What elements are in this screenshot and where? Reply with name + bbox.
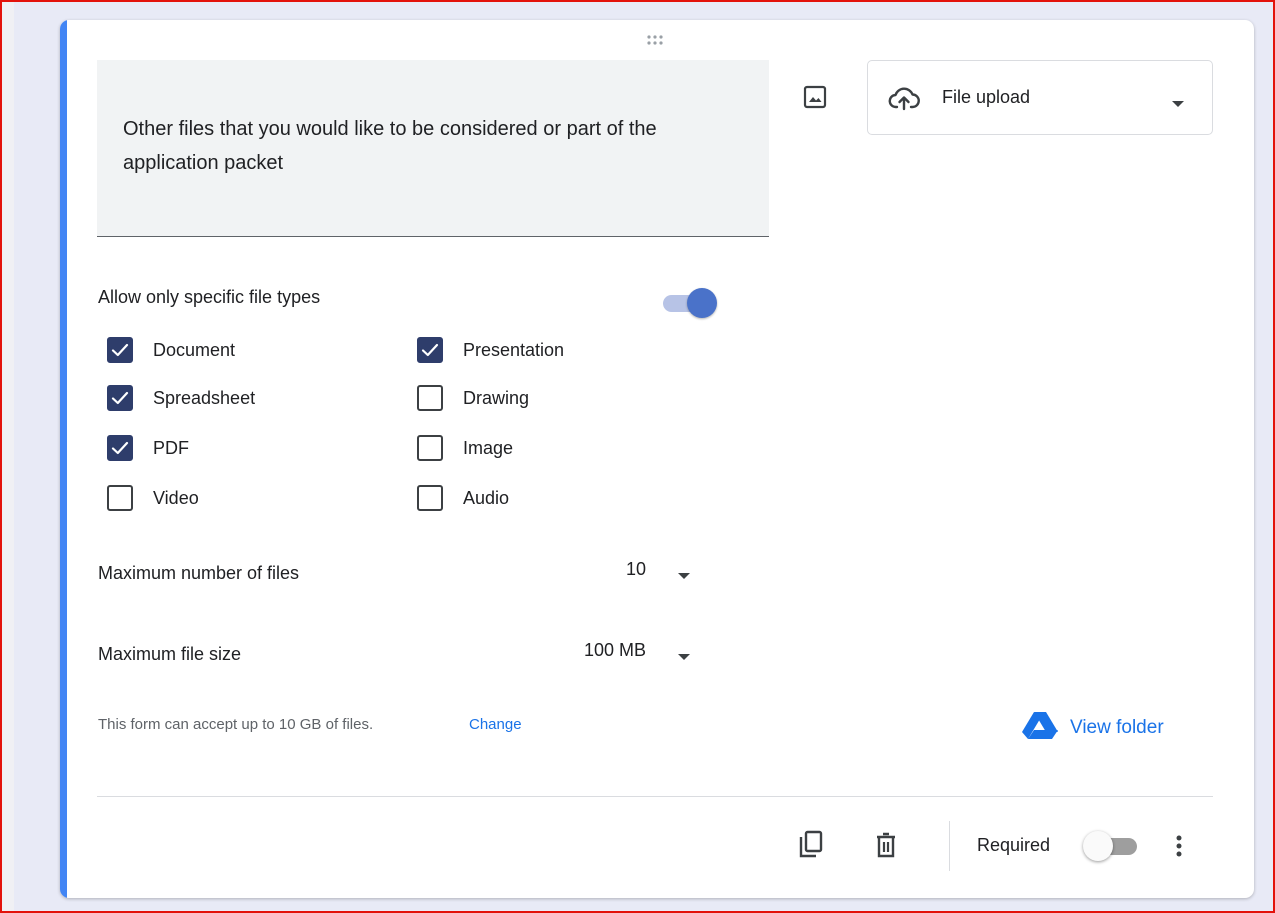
checkbox[interactable] — [107, 385, 133, 411]
checkbox[interactable] — [417, 337, 443, 363]
add-image-icon[interactable] — [800, 82, 830, 112]
delete-icon[interactable] — [869, 828, 903, 862]
toolbar-separator — [949, 821, 950, 871]
question-type-label: File upload — [942, 87, 1031, 107]
view-folder-label: View folder — [1070, 716, 1164, 738]
checkbox[interactable] — [417, 385, 443, 411]
drag-handle-icon[interactable] — [645, 34, 669, 46]
chevron-down-icon — [1172, 95, 1184, 113]
view-folder-button[interactable]: View folder — [1022, 710, 1164, 745]
max-files-value[interactable]: 10 — [600, 559, 646, 580]
allow-file-types-toggle[interactable] — [661, 288, 719, 318]
filetype-option-pdf[interactable]: PDF — [107, 433, 189, 463]
allow-file-types-label: Allow only specific file types — [98, 287, 321, 307]
question-card[interactable]: Other files that you would like to be co… — [60, 20, 1254, 898]
checkbox[interactable] — [107, 337, 133, 363]
more-options-icon[interactable] — [1162, 829, 1196, 863]
question-type-dropdown[interactable]: File upload — [867, 60, 1213, 135]
filetype-option-presentation[interactable]: Presentation — [417, 335, 564, 365]
checkbox-label: PDF — [153, 437, 189, 458]
required-toggle[interactable] — [1079, 831, 1141, 861]
filetype-option-drawing[interactable]: Drawing — [417, 383, 529, 413]
checkbox-label: Audio — [463, 487, 510, 508]
chevron-down-icon[interactable] — [678, 648, 690, 666]
toggle-knob — [1083, 831, 1113, 861]
storage-limit-note: This form can accept up to 10 GB of file… — [98, 716, 374, 733]
cloud-upload-icon — [888, 85, 920, 116]
checkbox-label: Image — [463, 437, 514, 458]
checkbox-label: Spreadsheet — [153, 387, 256, 408]
filetype-option-document[interactable]: Document — [107, 335, 235, 365]
filetype-option-spreadsheet[interactable]: Spreadsheet — [107, 383, 255, 413]
max-size-value[interactable]: 100 MB — [540, 640, 646, 661]
chevron-down-icon[interactable] — [678, 567, 690, 585]
filetype-option-audio[interactable]: Audio — [417, 483, 509, 513]
checkbox[interactable] — [417, 485, 443, 511]
checkbox-label: Document — [153, 339, 236, 360]
google-drive-icon — [1022, 710, 1058, 745]
footer-divider — [97, 796, 1213, 797]
required-label: Required — [977, 835, 1051, 855]
question-title-text[interactable]: Other files that you would like to be co… — [123, 112, 743, 180]
checkbox-label: Presentation — [463, 339, 565, 360]
checkbox[interactable] — [107, 485, 133, 511]
duplicate-icon[interactable] — [794, 828, 828, 862]
checkbox[interactable] — [417, 435, 443, 461]
checkbox-label: Drawing — [463, 387, 530, 408]
filetype-option-image[interactable]: Image — [417, 433, 513, 463]
max-size-label: Maximum file size — [98, 644, 242, 664]
filetype-option-video[interactable]: Video — [107, 483, 199, 513]
toggle-knob — [687, 288, 717, 318]
checkbox[interactable] — [107, 435, 133, 461]
checkbox-label: Video — [153, 487, 199, 508]
change-limit-link[interactable]: Change — [469, 716, 522, 733]
max-files-label: Maximum number of files — [98, 563, 300, 583]
active-card-indicator — [60, 20, 67, 898]
